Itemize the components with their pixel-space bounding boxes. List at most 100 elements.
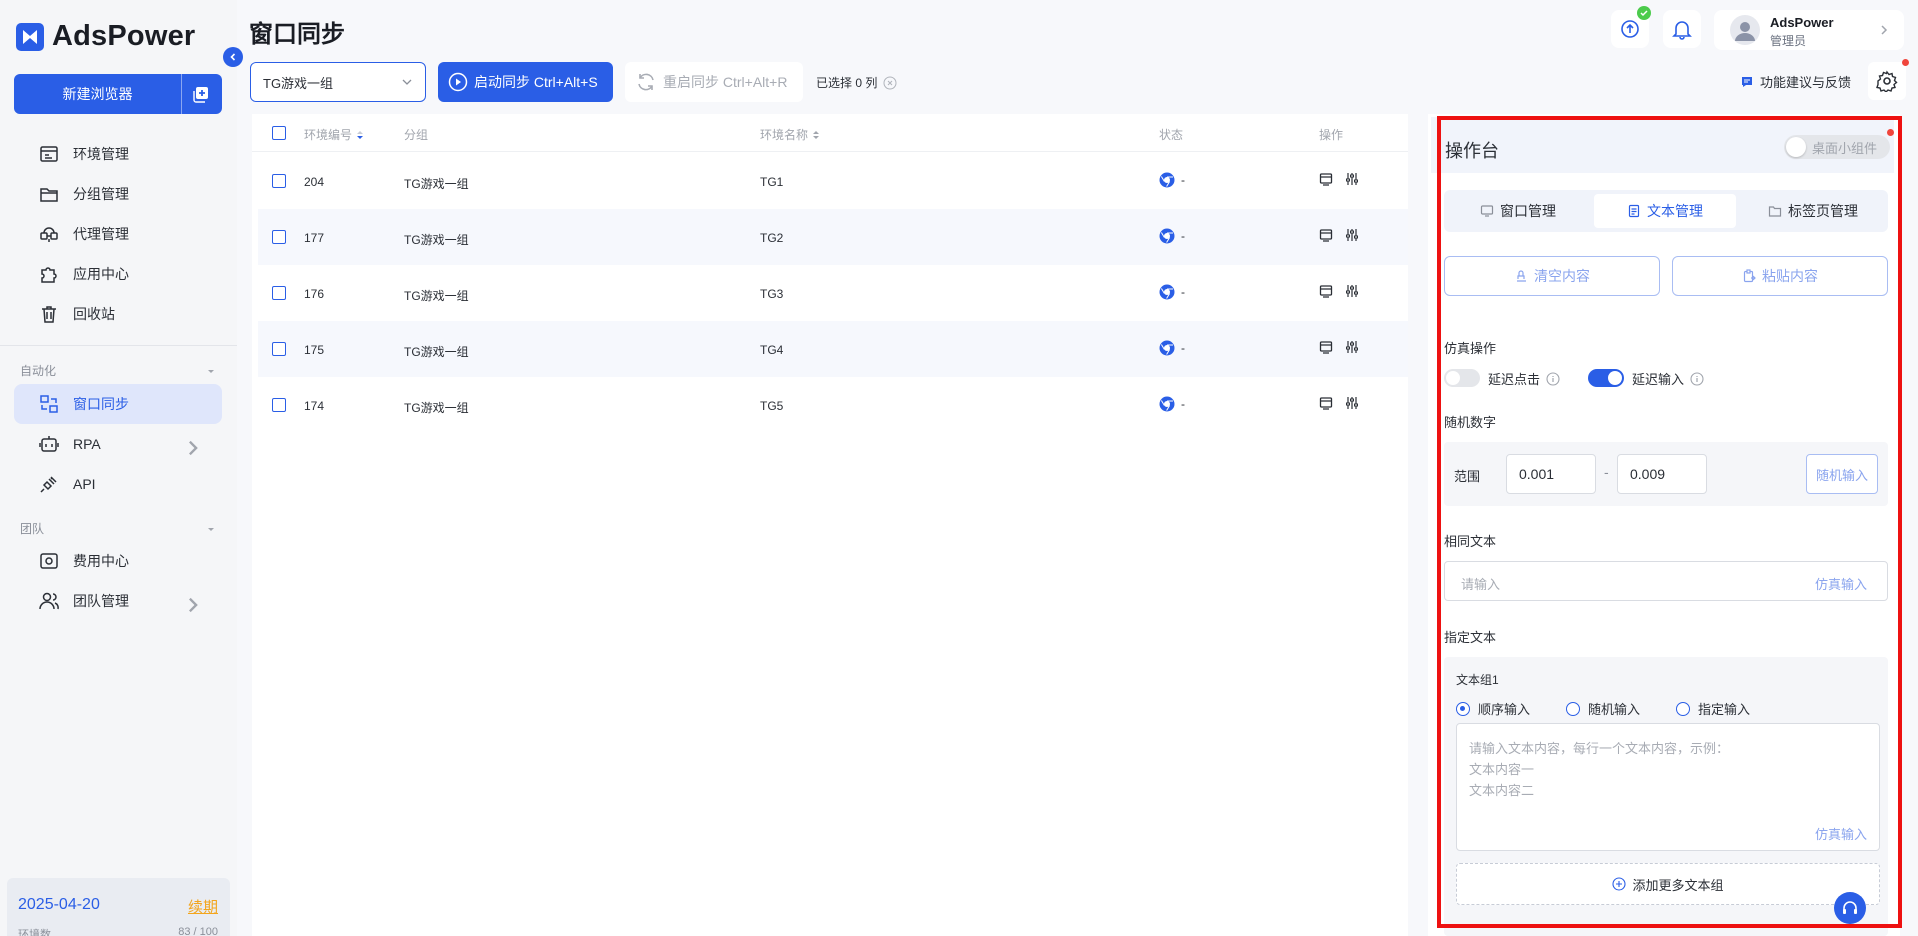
- radio-random[interactable]: 随机输入: [1566, 699, 1640, 718]
- clear-selection-icon[interactable]: [883, 76, 897, 90]
- table-row[interactable]: 175 TG游戏一组 TG4 -: [258, 321, 1408, 377]
- column-header-name[interactable]: 环境名称: [760, 126, 820, 143]
- play-circle-icon: [448, 72, 468, 92]
- open-window-icon[interactable]: [1319, 284, 1333, 298]
- app-logo[interactable]: AdsPower: [16, 20, 195, 53]
- adjust-settings-icon[interactable]: [1345, 284, 1359, 298]
- collapse-sidebar-button[interactable]: [223, 47, 243, 67]
- same-text-input[interactable]: 请输入 仿真输入: [1444, 561, 1888, 601]
- sidebar-item-label: 费用中心: [73, 553, 129, 569]
- sidebar-item-trash[interactable]: 回收站: [14, 294, 222, 334]
- paste-content-button[interactable]: 粘贴内容: [1672, 256, 1888, 296]
- sidebar-item-apps[interactable]: 应用中心: [14, 254, 222, 294]
- start-sync-button[interactable]: 启动同步 Ctrl+Alt+S: [438, 62, 613, 102]
- desktop-widget-toggle[interactable]: 桌面小组件: [1784, 129, 1894, 159]
- switch-knob: [1608, 371, 1622, 385]
- group-sim-input-button[interactable]: 仿真输入: [1815, 824, 1867, 843]
- table-row[interactable]: 177 TG游戏一组 TG2 -: [258, 209, 1408, 265]
- tab-window-manage[interactable]: 窗口管理: [1448, 194, 1588, 228]
- sidebar-item-team[interactable]: 团队管理: [14, 581, 222, 621]
- open-window-icon[interactable]: [1319, 396, 1333, 410]
- adjust-settings-icon[interactable]: [1345, 396, 1359, 410]
- cell-status: -: [1159, 172, 1185, 188]
- cell-id: 175: [304, 343, 325, 357]
- cell-status: -: [1159, 340, 1185, 356]
- sidebar-item-api[interactable]: API: [14, 464, 222, 504]
- simulation-section-title: 仿真操作: [1444, 341, 1497, 356]
- textarea-placeholder-line: 文本内容一: [1469, 762, 1535, 777]
- cell-name: TG1: [760, 175, 784, 189]
- environment-table: 环境编号 分组 环境名称 状态 操作 204 TG游戏一组 TG1 - 177 …: [252, 114, 1408, 936]
- random-input-button[interactable]: 随机输入: [1806, 454, 1878, 494]
- tab-text-manage[interactable]: 文本管理: [1594, 194, 1736, 228]
- new-browser-label: 新建浏览器: [62, 86, 133, 102]
- proxy-icon: [40, 227, 58, 242]
- cell-actions: [1319, 340, 1359, 354]
- cell-name: TG2: [760, 231, 784, 245]
- support-button[interactable]: [1834, 892, 1866, 924]
- sidebar-item-label: 应用中心: [73, 266, 129, 282]
- adjust-settings-icon[interactable]: [1345, 172, 1359, 186]
- text-group-textarea[interactable]: 请输入文本内容，每行一个文本内容，示例： 文本内容一 文本内容二 仿真输入: [1456, 723, 1880, 851]
- row-checkbox[interactable]: [272, 398, 286, 412]
- sidebar-item-window-sync[interactable]: 窗口同步: [14, 384, 222, 424]
- feedback-link[interactable]: 功能建议与反馈: [1740, 72, 1851, 91]
- radio-sequential[interactable]: 顺序输入: [1456, 699, 1530, 718]
- settings-button[interactable]: [1868, 59, 1909, 100]
- batch-create-icon[interactable]: [182, 74, 222, 114]
- sidebar-item-label: RPA: [73, 436, 101, 452]
- team-section-header[interactable]: 团队: [20, 520, 216, 537]
- row-checkbox[interactable]: [272, 174, 286, 188]
- table-row[interactable]: 204 TG游戏一组 TG1 -: [258, 153, 1408, 209]
- specified-text-section-title: 指定文本: [1444, 630, 1497, 645]
- group-select-value: TG游戏一组: [263, 75, 334, 91]
- restart-sync-button[interactable]: 重启同步 Ctrl+Alt+R: [625, 62, 803, 102]
- caret-down-icon: [208, 527, 214, 531]
- notification-button[interactable]: [1663, 10, 1701, 48]
- column-header-id[interactable]: 环境编号: [304, 126, 364, 143]
- delay-click-label-group: 延迟点击: [1488, 369, 1560, 388]
- add-text-group-button[interactable]: 添加更多文本组: [1456, 863, 1880, 905]
- info-icon[interactable]: [1690, 371, 1704, 386]
- tab-tabs-manage[interactable]: 标签页管理: [1742, 194, 1884, 228]
- open-window-icon[interactable]: [1319, 228, 1333, 242]
- sidebar-item-billing[interactable]: 费用中心: [14, 541, 222, 581]
- table-row[interactable]: 176 TG游戏一组 TG3 -: [258, 265, 1408, 321]
- open-window-icon[interactable]: [1319, 340, 1333, 354]
- api-plug-icon: [40, 476, 57, 493]
- update-button[interactable]: [1611, 6, 1651, 48]
- start-sync-label: 启动同步 Ctrl+Alt+S: [474, 74, 598, 90]
- radio-dot: [1456, 701, 1470, 716]
- range-max-input[interactable]: 0.009: [1617, 454, 1707, 494]
- radio-dot: [1566, 701, 1580, 716]
- delay-click-switch[interactable]: [1444, 369, 1480, 387]
- open-window-icon[interactable]: [1319, 172, 1333, 186]
- textarea-placeholder-line: 请输入文本内容，每行一个文本内容，示例：: [1469, 741, 1730, 756]
- renew-link[interactable]: 续期: [188, 896, 218, 917]
- clear-content-button[interactable]: 清空内容: [1444, 256, 1660, 296]
- info-icon[interactable]: [1546, 371, 1560, 386]
- row-checkbox[interactable]: [272, 342, 286, 356]
- select-all-checkbox[interactable]: [272, 126, 286, 140]
- sidebar-item-rpa[interactable]: RPA: [14, 424, 222, 464]
- delay-input-switch[interactable]: [1588, 369, 1624, 387]
- plus-circle-icon: [1612, 877, 1627, 891]
- sidebar-item-groups[interactable]: 分组管理: [14, 174, 222, 214]
- sidebar-item-proxy[interactable]: 代理管理: [14, 214, 222, 254]
- text-group-box: 文本组1 顺序输入 随机输入 指定输入 请输入文本内容，每行一个文本内容，示例：…: [1444, 657, 1888, 936]
- new-browser-button[interactable]: 新建浏览器: [14, 74, 222, 114]
- row-checkbox[interactable]: [272, 286, 286, 300]
- automation-section-header[interactable]: 自动化: [20, 362, 216, 379]
- row-checkbox[interactable]: [272, 230, 286, 244]
- adjust-settings-icon[interactable]: [1345, 228, 1359, 242]
- sidebar-item-env[interactable]: 环境管理: [14, 134, 222, 174]
- toggle-knob: [1786, 137, 1806, 157]
- adjust-settings-icon[interactable]: [1345, 340, 1359, 354]
- radio-specified[interactable]: 指定输入: [1676, 699, 1750, 718]
- range-min-input[interactable]: 0.001: [1506, 454, 1596, 494]
- table-row[interactable]: 174 TG游戏一组 TG5 -: [258, 377, 1408, 433]
- group-select[interactable]: TG游戏一组: [250, 62, 426, 102]
- same-text-sim-input-button[interactable]: 仿真输入: [1815, 574, 1867, 593]
- user-menu[interactable]: AdsPower 管理员: [1714, 10, 1904, 50]
- expire-date: 2025-04-20: [18, 896, 100, 913]
